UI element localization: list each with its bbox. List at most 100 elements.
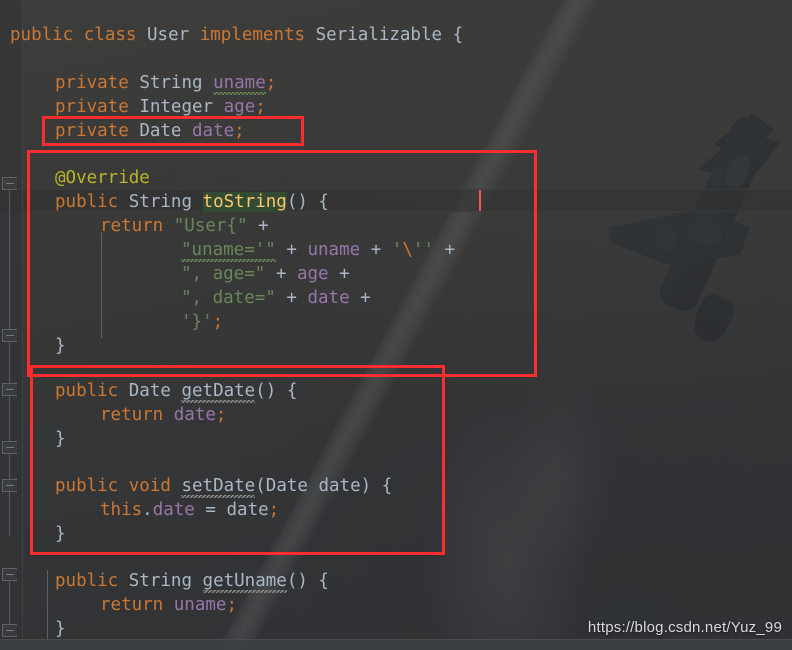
- param-date-value: date: [226, 500, 269, 520]
- code-line-20[interactable]: public void setDate(Date date) {: [0, 474, 392, 498]
- brace-close-tostring: }: [55, 336, 66, 356]
- code-line-18[interactable]: }: [0, 427, 66, 451]
- param-type-date: Date: [265, 476, 308, 496]
- code-line-21[interactable]: this.date = date;: [0, 498, 279, 522]
- semicolon-age: ;: [255, 97, 266, 117]
- field-date-decl: date: [192, 121, 235, 141]
- code-line-5[interactable]: private Date date;: [0, 119, 245, 143]
- kw-class: class: [83, 25, 137, 45]
- kw-private-age: private: [55, 97, 129, 117]
- plus-5: +: [275, 264, 287, 284]
- semicolon-getdate: ;: [215, 405, 227, 425]
- char-escape-open: ': [391, 240, 403, 260]
- kw-return-tostring: return: [100, 216, 164, 236]
- code-line-12[interactable]: ", date=" + date +: [0, 286, 371, 310]
- annotation-override: @Override: [55, 168, 150, 188]
- field-age-ref: age: [296, 264, 329, 284]
- brace-close-setdate: }: [55, 524, 66, 544]
- field-date-ref: date: [307, 288, 350, 308]
- plus-6: +: [339, 264, 350, 284]
- char-closing-brace: '}': [181, 312, 213, 332]
- type-date-decl: Date: [139, 121, 182, 141]
- type-string-getuname: String: [128, 571, 192, 591]
- plus-3: +: [370, 240, 382, 260]
- type-integer-age: Integer: [139, 97, 214, 117]
- string-date-label: ", date=": [181, 288, 276, 308]
- char-escape-close: ': [423, 240, 434, 260]
- field-uname-return: uname: [173, 595, 227, 615]
- plus-2: +: [286, 240, 297, 260]
- kw-return-getuname: return: [100, 595, 164, 615]
- plus-4: +: [444, 240, 456, 260]
- method-tostring: toString: [202, 192, 287, 212]
- code-line-14[interactable]: }: [0, 334, 66, 358]
- string-user-open: "User{": [173, 216, 248, 236]
- bottom-strip: [0, 639, 792, 650]
- tostring-signature-rest: () {: [286, 192, 329, 212]
- method-getuname: getUname: [202, 571, 287, 593]
- escape-backslash: \: [402, 240, 413, 260]
- dot-operator: .: [142, 500, 153, 520]
- code-line-22[interactable]: }: [0, 522, 66, 546]
- kw-public-getuname: public: [55, 571, 119, 591]
- escape-quote: ': [412, 240, 424, 260]
- kw-void-setdate: void: [128, 476, 171, 496]
- semicolon-assign: ;: [268, 500, 280, 520]
- semicolon-uname: ;: [265, 73, 277, 93]
- code-line-10[interactable]: "uname='" + uname + '\'' +: [0, 238, 455, 262]
- brace-open-class: {: [452, 25, 464, 45]
- code-line-4[interactable]: private Integer age;: [0, 95, 266, 119]
- class-name-user: User: [147, 25, 190, 45]
- kw-public-tostring: public: [55, 192, 119, 212]
- kw-this: this: [100, 500, 143, 520]
- type-string-uname: String: [139, 73, 203, 93]
- code-line-7[interactable]: @Override: [0, 166, 150, 190]
- code-line-25[interactable]: return uname;: [0, 593, 237, 617]
- semicolon-return: ;: [212, 312, 224, 332]
- kw-public: public: [10, 25, 74, 45]
- kw-implements: implements: [199, 25, 306, 45]
- setdate-signature-rest: ) {: [360, 476, 393, 496]
- kw-return-getdate: return: [100, 405, 164, 425]
- code-line-16[interactable]: public Date getDate() {: [0, 379, 297, 403]
- kw-private-date: private: [55, 121, 129, 141]
- field-date-assign-target: date: [152, 500, 195, 520]
- code-line-17[interactable]: return date;: [0, 403, 226, 427]
- watermark-url: https://blog.csdn.net/Yuz_99: [587, 619, 782, 636]
- semicolon-getuname: ;: [226, 595, 237, 615]
- brace-close-getdate: }: [55, 429, 66, 449]
- interface-serializable: Serializable: [315, 25, 443, 45]
- type-date-getdate: Date: [128, 381, 171, 401]
- getdate-signature-rest: () {: [255, 381, 298, 401]
- plus-1: +: [258, 216, 269, 236]
- code-line-13[interactable]: '}';: [0, 310, 223, 334]
- code-line-9[interactable]: return "User{" +: [0, 214, 269, 238]
- field-age-decl: age: [223, 97, 256, 117]
- kw-private-uname: private: [55, 73, 129, 93]
- field-date-return: date: [173, 405, 216, 425]
- code-line-11[interactable]: ", age=" + age +: [0, 262, 350, 286]
- code-area[interactable]: public class User implements Serializabl…: [0, 0, 792, 650]
- getuname-signature-rest: () {: [286, 571, 329, 591]
- field-uname-ref: uname: [307, 240, 361, 260]
- plus-8: +: [360, 288, 371, 308]
- param-name-date: date: [318, 476, 361, 496]
- code-line-26[interactable]: }: [0, 617, 66, 641]
- code-line-24[interactable]: public String getUname() {: [0, 569, 329, 593]
- paren-open-setdate: (: [255, 476, 266, 496]
- code-line-8[interactable]: public String toString() {: [0, 190, 329, 214]
- code-line-1[interactable]: public class User implements Serializabl…: [0, 23, 463, 47]
- code-line-3[interactable]: private String uname;: [0, 71, 276, 95]
- string-age-label: ", age=": [181, 264, 266, 284]
- type-string-tostring: String: [128, 192, 192, 212]
- kw-public-getdate: public: [55, 381, 119, 401]
- field-uname-decl: uname: [213, 73, 266, 95]
- kw-public-setdate: public: [55, 476, 119, 496]
- method-getdate: getDate: [181, 381, 256, 403]
- semicolon-date: ;: [234, 121, 245, 141]
- method-setdate: setDate: [181, 476, 256, 498]
- string-uname-label: "uname='": [181, 240, 276, 262]
- brace-close-getuname: }: [55, 619, 66, 639]
- editor-screenshot: public class User implements Serializabl…: [0, 0, 792, 650]
- plus-7: +: [286, 288, 297, 308]
